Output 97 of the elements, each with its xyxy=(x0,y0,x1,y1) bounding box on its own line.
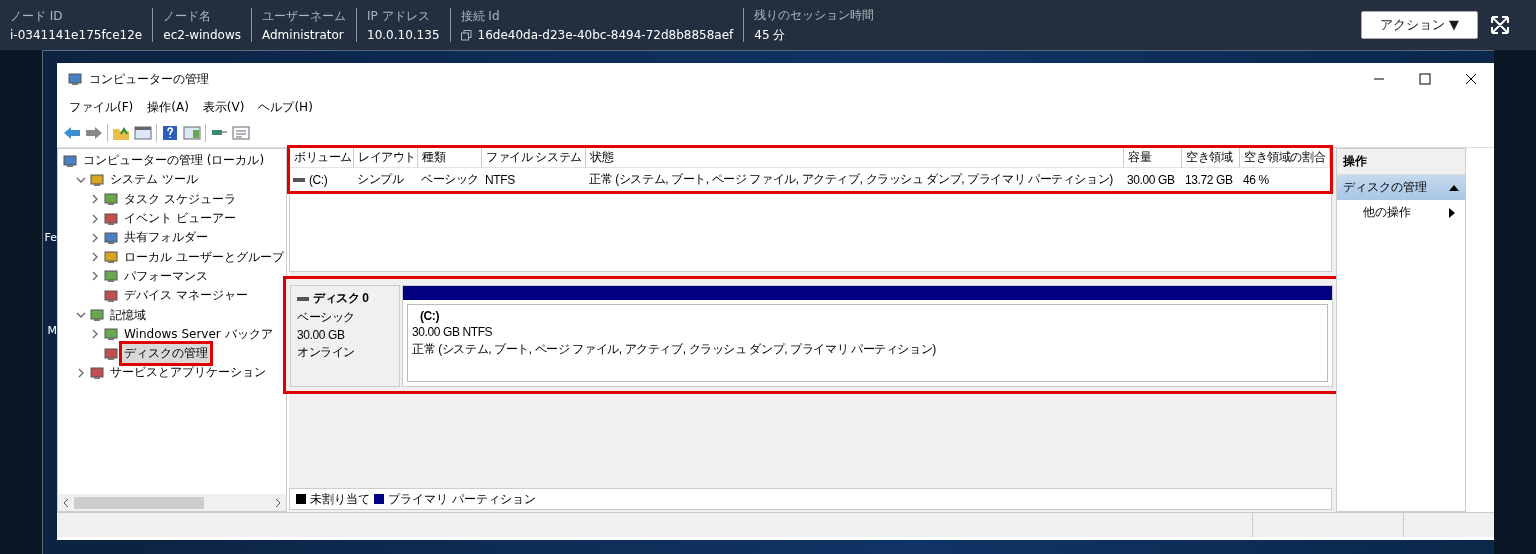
tree-item[interactable]: 共有フォルダー xyxy=(122,228,210,248)
pane-icon[interactable] xyxy=(183,125,201,141)
table-cell: (C:) xyxy=(309,172,328,187)
submenu-arrow-icon xyxy=(1449,207,1455,218)
scroll-left-icon[interactable] xyxy=(62,497,70,508)
tree-item[interactable]: デバイス マネージャー xyxy=(122,286,250,306)
disk-name: ディスク 0 xyxy=(313,290,369,307)
fullscreen-icon[interactable] xyxy=(1490,15,1510,35)
field-value: i-0341141e175fce12e xyxy=(10,28,143,42)
menu-item[interactable]: ヘルプ(H) xyxy=(258,98,313,116)
chevron-right-icon[interactable] xyxy=(90,252,100,263)
partition-size: 30.00 GB NTFS xyxy=(412,325,494,339)
partition-status: 正常 (システム, ブート, ページ ファイル, アクティブ, クラッシュ ダンプ, プライマリ パーティション) xyxy=(412,341,937,358)
field-value: 45 分 xyxy=(754,26,786,44)
pane-icon[interactable] xyxy=(134,125,152,141)
copy-icon[interactable] xyxy=(460,29,472,41)
column-header[interactable]: ボリューム xyxy=(290,148,354,168)
action-item[interactable]: 他の操作 xyxy=(1337,200,1465,225)
desktop-icon-label[interactable]: M xyxy=(47,324,57,337)
table-cell: NTFS xyxy=(485,172,515,187)
field-label: IP アドレス xyxy=(367,8,431,25)
tree-item[interactable]: コンピューターの管理 (ローカル) xyxy=(81,151,267,171)
help-icon[interactable] xyxy=(161,125,179,141)
column-header[interactable]: レイアウト xyxy=(354,148,418,168)
table-cell: 13.72 GB xyxy=(1185,172,1233,187)
tree-item[interactable]: パフォーマンス xyxy=(122,266,210,286)
tree-node-icon xyxy=(103,249,119,266)
chevron-right-icon[interactable] xyxy=(76,367,86,378)
legend-label: 未割り当て xyxy=(310,490,370,508)
chevron-right-icon[interactable] xyxy=(90,329,100,340)
tree-node-icon xyxy=(89,307,105,323)
tree-item[interactable]: イベント ビューアー xyxy=(122,209,238,229)
field-value: 16de40da-d23e-40bc-8494-72d8b8858aef xyxy=(477,28,734,42)
disk-type: ベーシック xyxy=(297,309,356,326)
field-value: ec2-windows xyxy=(163,28,241,42)
tree-node-icon xyxy=(103,326,119,343)
tree-item[interactable]: ローカル ユーザーとグループ xyxy=(122,247,286,267)
tree-item[interactable]: システム ツール xyxy=(108,170,200,190)
menu-item[interactable]: ファイル(F) xyxy=(69,98,134,116)
column-header[interactable]: 容量 xyxy=(1124,148,1182,168)
chevron-down-icon[interactable] xyxy=(76,310,86,320)
tree-node-icon xyxy=(103,191,119,208)
field-label: 残りのセッション時間 xyxy=(754,6,875,24)
field-label: ユーザーネーム xyxy=(262,8,346,25)
field-label: 接続 Id xyxy=(460,8,501,25)
column-header[interactable]: 状態 xyxy=(586,148,1124,168)
column-header[interactable]: 空き領域の割合 xyxy=(1240,148,1330,168)
back-arrow-icon[interactable] xyxy=(63,125,81,141)
menu-item[interactable]: 表示(V) xyxy=(202,98,245,116)
tree-node-icon xyxy=(103,287,119,304)
disk-size: 30.00 GB xyxy=(297,328,346,342)
actions-section[interactable]: ディスクの管理 xyxy=(1337,175,1465,200)
tree-item[interactable]: ディスクの管理 xyxy=(122,344,210,364)
disk-status: オンライン xyxy=(297,344,356,361)
chevron-right-icon[interactable] xyxy=(90,271,100,282)
drive-icon xyxy=(297,295,309,302)
folder-icon[interactable] xyxy=(112,125,130,141)
tree-node-icon xyxy=(89,171,105,188)
tree-node-icon xyxy=(103,229,119,246)
tree-node-icon xyxy=(103,210,119,227)
tree-node-icon xyxy=(103,345,119,362)
table-cell: シンプル xyxy=(357,171,404,188)
legend-label: プライマリ パーティション xyxy=(388,490,536,508)
drive-icon xyxy=(293,176,305,183)
column-header[interactable]: 空き領域 xyxy=(1182,148,1240,168)
actions-header: 操作 xyxy=(1337,149,1465,175)
tree-item[interactable]: タスク スケジューラ xyxy=(122,189,238,209)
table-cell: ベーシック xyxy=(421,171,479,188)
table-cell: 30.00 GB xyxy=(1127,172,1175,187)
field-value: 10.0.10.135 xyxy=(367,28,440,42)
computer-icon xyxy=(67,71,83,87)
scrollbar-thumb[interactable] xyxy=(74,496,204,509)
partition-label: (C:) xyxy=(419,309,441,323)
collapse-icon[interactable] xyxy=(1449,184,1459,191)
tree-node-icon xyxy=(62,152,78,169)
scroll-right-icon[interactable] xyxy=(274,497,282,508)
column-header[interactable]: ファイル システム xyxy=(482,148,586,168)
chevron-right-icon[interactable] xyxy=(90,194,100,205)
desktop-icon-label[interactable]: Fe xyxy=(44,231,57,244)
field-label: ノード ID xyxy=(10,8,64,25)
table-cell: 正常 (システム, ブート, ページ ファイル, アクティブ, クラッシュ ダンプ, プライマリ パーティション) xyxy=(589,171,1113,188)
partition-block[interactable]: (C:) 30.00 GB NTFS 正常 (システム, ブート, ページ ファイル, アクティブ, クラッシュ ダンプ, プライマリ パーティション) xyxy=(402,285,1333,387)
table-cell: 46 % xyxy=(1243,172,1269,187)
chevron-right-icon[interactable] xyxy=(90,213,100,224)
tree-item[interactable]: Windows Server バックア xyxy=(122,324,275,344)
tree-node-icon xyxy=(103,268,119,285)
menu-item[interactable]: 操作(A) xyxy=(147,98,189,116)
chevron-right-icon[interactable] xyxy=(90,232,100,243)
window-title: コンピューターの管理 xyxy=(89,70,209,88)
field-value: Administrator xyxy=(262,28,344,42)
tree-item[interactable]: サービスとアプリケーション xyxy=(108,363,268,383)
forward-arrow-icon[interactable] xyxy=(85,125,103,141)
action-button[interactable]: アクション ▼ xyxy=(1360,11,1478,39)
tree-node-icon xyxy=(89,364,105,381)
tree-item[interactable]: 記憶域 xyxy=(108,305,148,325)
column-header[interactable]: 種類 xyxy=(418,148,482,168)
field-label: ノード名 xyxy=(163,8,213,25)
